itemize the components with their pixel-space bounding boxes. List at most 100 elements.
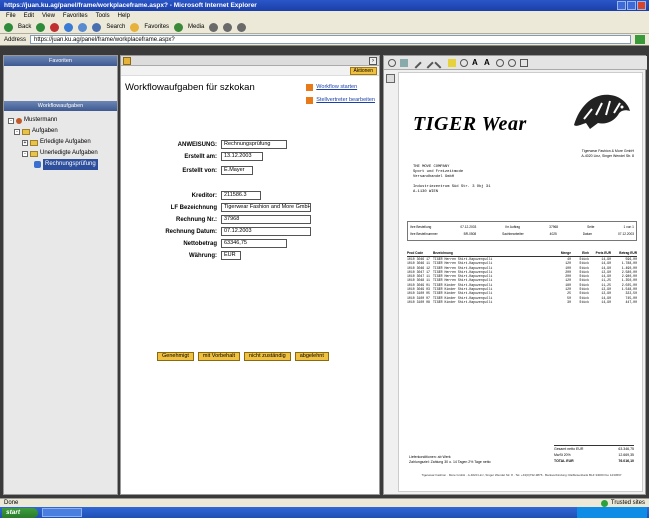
- mail-icon[interactable]: [223, 22, 233, 32]
- maximize-button[interactable]: [627, 1, 636, 10]
- stop-icon[interactable]: [50, 22, 60, 32]
- circle-tool-icon[interactable]: [460, 58, 468, 67]
- search-icon[interactable]: [92, 22, 102, 32]
- tree-node-tasks[interactable]: - Aufgaben: [8, 126, 113, 137]
- payment-terms: Lieferkonditionen: ab Werk Zahlungsziel:…: [409, 455, 491, 465]
- table-cell: 1010 3100 08: [407, 299, 430, 304]
- favorites-button[interactable]: Favorites: [144, 24, 169, 30]
- start-workflow-link[interactable]: Workflow starten: [306, 81, 375, 94]
- line-tool-icon[interactable]: [422, 56, 434, 69]
- menu-help[interactable]: Help: [118, 13, 130, 19]
- zoom-fit-icon[interactable]: [388, 58, 396, 67]
- close-button[interactable]: [637, 1, 646, 10]
- pen-tool-icon[interactable]: [410, 56, 422, 69]
- meta-label: Sachbearbeiter: [502, 232, 524, 236]
- history-icon[interactable]: [209, 22, 219, 32]
- page-icon[interactable]: [520, 58, 528, 67]
- input-erstellt-von[interactable]: E.Mayer: [221, 166, 253, 175]
- collapse-icon[interactable]: -: [14, 128, 20, 135]
- collapse-icon[interactable]: -: [22, 150, 28, 157]
- window-titlebar: https://juan.ku.ag/panel/frame/workplace…: [0, 0, 649, 11]
- home-icon[interactable]: [78, 22, 88, 32]
- invoice-footer: Tigerwear Fashion · More GmbH · A-4020 L…: [421, 473, 622, 477]
- approve-with-reservation-button[interactable]: mit Vorbehalt: [197, 352, 241, 361]
- workflow-links: Workflow starten Stellvertreter bearbeit…: [306, 81, 375, 107]
- label-nettobetrag: Nettobetrag: [183, 240, 217, 247]
- select-tool-icon[interactable]: [400, 58, 408, 67]
- back-icon[interactable]: [4, 22, 13, 32]
- input-waehrung[interactable]: EUR: [221, 251, 241, 260]
- trusted-zone-icon: [600, 499, 608, 507]
- media-button[interactable]: Media: [188, 24, 204, 30]
- media-icon[interactable]: [174, 22, 184, 32]
- arrow-tool-icon[interactable]: [434, 56, 446, 69]
- issuer-address: Tigerwear Fashion & More GmbH A-4020 Lin…: [581, 149, 634, 159]
- address-input[interactable]: https://juan.ku.ag/panel/frame/workplace…: [30, 35, 631, 44]
- field-kreditor: Kreditor: 211586.3: [121, 191, 261, 200]
- text-box-icon[interactable]: A: [484, 58, 492, 67]
- field-lf-bezeichnung: LF Bezeichnung Tigerwear Fashion and Mor…: [121, 203, 311, 212]
- tree-node-selected[interactable]: Rechnungsprüfung: [8, 159, 113, 170]
- decision-buttons: Genehmigt mit Vorbehalt nicht zuständig …: [157, 352, 329, 361]
- status-text: Done: [4, 500, 19, 506]
- favorites-header: Favoriten: [4, 56, 117, 66]
- invoice-meta-box: Ihre Bestellung 07.12.2003 Ihr Auftrag 3…: [407, 221, 637, 241]
- terms-value: ab Werk: [437, 455, 451, 459]
- text-tool-icon[interactable]: A: [472, 58, 480, 67]
- menu-edit[interactable]: Edit: [24, 13, 34, 19]
- not-responsible-button[interactable]: nicht zuständig: [244, 352, 291, 361]
- input-lf-bezeichnung[interactable]: Tigerwear Fashion and More GmbH: [221, 203, 311, 212]
- zoom-in-icon[interactable]: [496, 58, 504, 67]
- payment-value: Zahlung 30 o. 14 Tagen 2% Tage netto: [430, 460, 491, 464]
- start-button[interactable]: start: [2, 507, 38, 518]
- column-header: Menge: [560, 251, 571, 255]
- tree-node-done[interactable]: + Erledigte Aufgaben: [8, 137, 113, 148]
- zoom-out-icon[interactable]: [508, 58, 516, 67]
- reject-button[interactable]: abgelehnt: [294, 352, 329, 361]
- task-tree: - Mustermann - Aufgaben + Erledigte Aufg…: [4, 111, 117, 174]
- tree-node-open[interactable]: - Unerledigte Aufgaben: [8, 148, 113, 159]
- zone-label: Trusted sites: [610, 500, 645, 506]
- workflow-action-bar: Aktionen: [121, 66, 379, 76]
- column-header: Preis EUR: [595, 251, 611, 255]
- field-erstellt-von: Erstellt von: E.Mayer: [121, 166, 253, 175]
- start-workflow-label[interactable]: Workflow starten: [316, 81, 357, 94]
- menu-favorites[interactable]: Favorites: [63, 13, 88, 19]
- input-nettobetrag[interactable]: 63346,75: [221, 239, 287, 248]
- aktionen-button[interactable]: Aktionen: [349, 67, 377, 75]
- field-rechnung-datum: Rechnung Datum: 07.12.2003: [121, 227, 311, 236]
- input-rechnung-nr[interactable]: 37968: [221, 215, 311, 224]
- viewer-toolbar: A A: [384, 56, 647, 70]
- minimize-button[interactable]: [617, 1, 626, 10]
- document-viewer: A A TIGER Wear Tigerwear Fashion & More …: [383, 55, 647, 495]
- collapse-icon[interactable]: -: [8, 117, 14, 124]
- workflow-pane-header: ›: [121, 56, 379, 66]
- collapse-pane-icon[interactable]: ›: [369, 57, 377, 65]
- menu-tools[interactable]: Tools: [96, 13, 110, 19]
- menu-file[interactable]: File: [6, 13, 16, 19]
- meta-label: Ihre Bestellnummer: [410, 232, 438, 236]
- go-icon[interactable]: [635, 35, 645, 44]
- favorites-icon[interactable]: [130, 22, 140, 32]
- meta-row: Ihre Bestellnummer BR-0508 Sachbearbeite…: [410, 231, 634, 238]
- approve-button[interactable]: Genehmigt: [157, 352, 194, 361]
- back-button[interactable]: Back: [18, 24, 31, 30]
- edit-deputy-label[interactable]: Stellvertreter bearbeiten: [316, 94, 375, 107]
- system-tray: [577, 507, 647, 518]
- refresh-icon[interactable]: [64, 22, 74, 32]
- print-icon[interactable]: [237, 22, 247, 32]
- input-erstellt-am[interactable]: 13.12.2003: [221, 152, 263, 161]
- search-button[interactable]: Search: [106, 24, 125, 30]
- thumbnail-toggle-icon[interactable]: [386, 74, 395, 83]
- forward-icon[interactable]: [36, 22, 46, 32]
- tree-node-user[interactable]: - Mustermann: [8, 115, 113, 126]
- expand-icon[interactable]: +: [22, 139, 28, 146]
- highlight-tool-icon[interactable]: [448, 58, 456, 67]
- input-anweisung[interactable]: Rechnungsprüfung: [221, 140, 287, 149]
- tree-label-selected: Rechnungsprüfung: [43, 159, 98, 170]
- edit-deputy-link[interactable]: Stellvertreter bearbeiten: [306, 94, 375, 107]
- input-kreditor[interactable]: 211586.3: [221, 191, 261, 200]
- input-rechnung-datum[interactable]: 07.12.2003: [221, 227, 311, 236]
- menu-view[interactable]: View: [42, 13, 55, 19]
- taskbar-ie-item[interactable]: [42, 508, 82, 517]
